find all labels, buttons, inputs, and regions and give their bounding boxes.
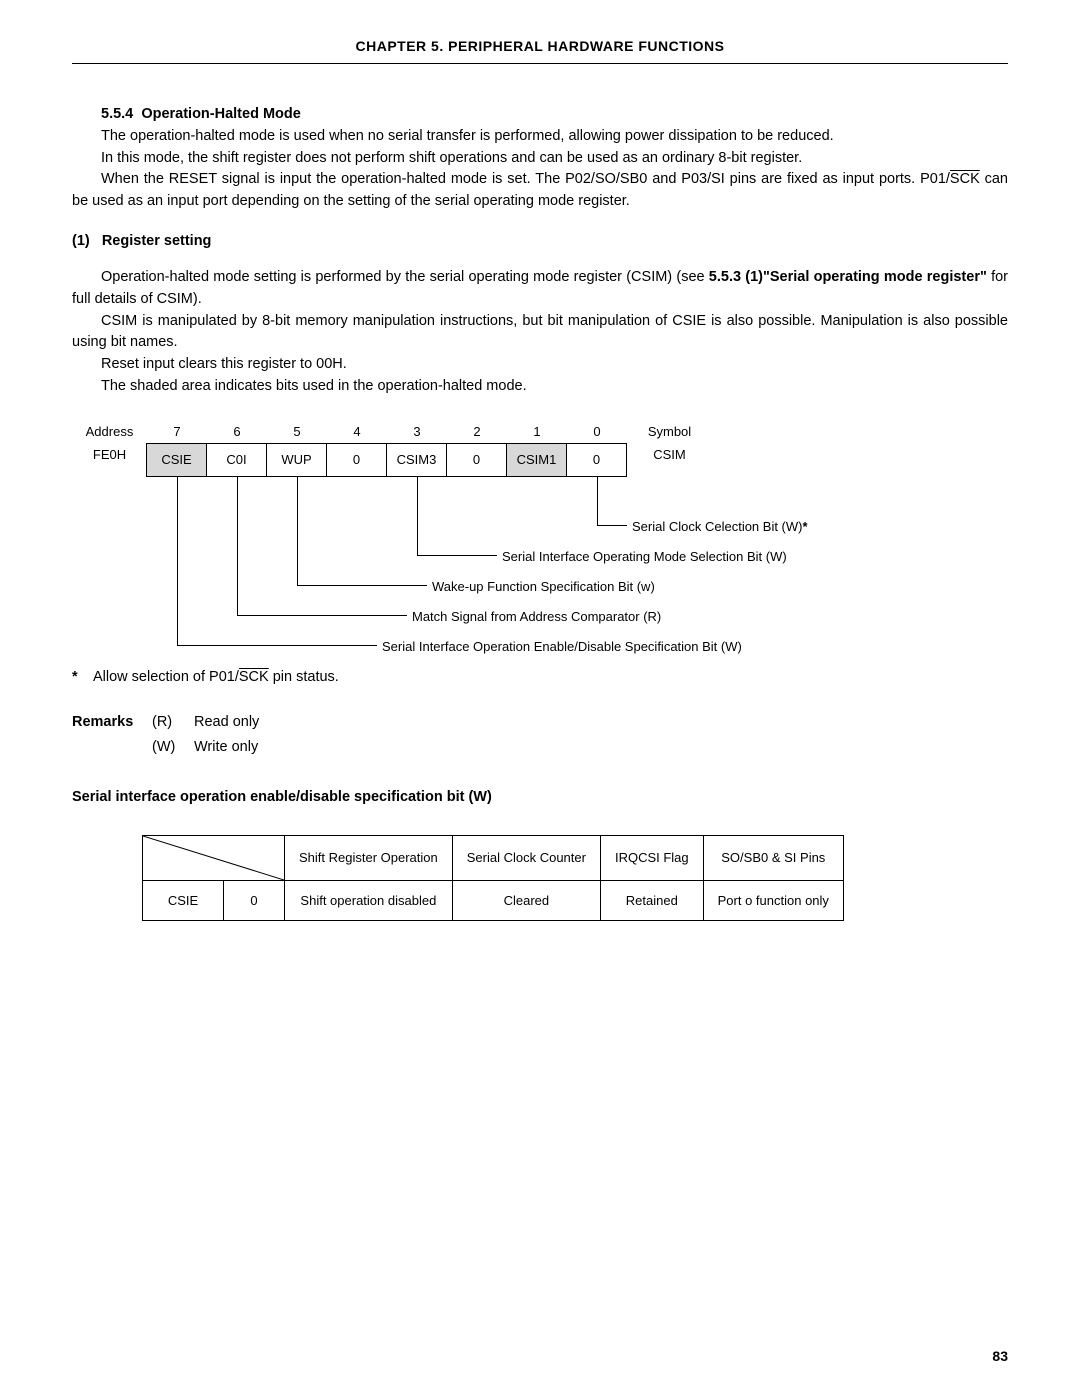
body-text: 5.5.4 Operation-Halted Mode The operatio… [72,104,1008,921]
remarks-r-text: Read only [194,712,1008,734]
paragraph-6: Reset input clears this register to 00H. [72,354,1008,376]
remarks-r-code: (R) [152,712,194,734]
row-val-0: 0 [224,880,285,921]
bit-idx-3: 3 [387,420,447,444]
subsection-number: (1) [72,233,90,249]
col-serial-clock: Serial Clock Counter [452,835,600,880]
col-shift-register: Shift Register Operation [285,835,453,880]
sck-overline: SCK [950,171,980,187]
remarks-w-code: (W) [152,737,194,759]
paragraph-1: The operation-halted mode is used when n… [72,126,1008,148]
subsection-title: Register setting [102,233,212,249]
address-value: FE0H [72,443,147,477]
csie-table-title: Serial interface operation enable/disabl… [72,787,1008,809]
footnote: * Allow selection of P01/SCK pin status. [72,667,1008,689]
bit-1-csim1: CSIM1 [506,443,567,477]
cell-portfunc: Port o function only [703,880,843,921]
remarks-label: Remarks [72,712,152,734]
bit-3-csim3: CSIM3 [386,443,447,477]
bit-4: 0 [326,443,387,477]
bit-6-c0i: C0I [206,443,267,477]
row-label-csie: CSIE [143,880,224,921]
bit-idx-5: 5 [267,420,327,444]
paragraph-3: When the RESET signal is input the opera… [72,169,1008,213]
paragraph-2: In this mode, the shift register does no… [72,148,1008,170]
diagonal-header-cell [143,835,285,880]
desc-bit0: Serial Clock Celection Bit (W)* [632,517,808,537]
paragraph-5: CSIM is manipulated by 8-bit memory mani… [72,311,1008,355]
register-diagram: Address 7 6 5 4 3 2 1 0 Symbol FE0H CSIE… [72,420,1008,657]
page-number: 83 [992,1346,1008,1367]
section-title: Operation-Halted Mode [141,106,301,122]
col-pins: SO/SB0 & SI Pins [703,835,843,880]
section-number: 5.5.4 [101,106,133,122]
col-irqcsi: IRQCSI Flag [600,835,703,880]
cell-cleared: Cleared [452,880,600,921]
cell-retained: Retained [600,880,703,921]
bit-0: 0 [566,443,627,477]
bit-description-lines: Serial Clock Celection Bit (W)* Serial I… [72,477,1008,657]
symbol-label: Symbol [627,420,712,444]
bit-7-csie: CSIE [146,443,207,477]
address-label: Address [72,420,147,444]
cell-shiftop: Shift operation disabled [285,880,453,921]
paragraph-7: The shaded area indicates bits used in t… [72,376,1008,398]
bit-5-wup: WUP [266,443,327,477]
bit-idx-4: 4 [327,420,387,444]
symbol-value: CSIM [627,443,712,477]
remarks-w-text: Write only [194,737,1008,759]
bit-2: 0 [446,443,507,477]
csie-table: Shift Register Operation Serial Clock Co… [142,835,844,922]
bit-idx-1: 1 [507,420,567,444]
desc-bit5: Wake-up Function Specification Bit (w) [432,577,655,597]
desc-bit3: Serial Interface Operating Mode Selectio… [502,547,787,567]
chapter-header: CHAPTER 5. PERIPHERAL HARDWARE FUNCTIONS [72,36,1008,64]
bit-idx-6: 6 [207,420,267,444]
desc-bit6: Match Signal from Address Comparator (R) [412,607,661,627]
bit-idx-2: 2 [447,420,507,444]
remarks-block: Remarks (R) Read only (W) Write only [72,712,1008,759]
bit-idx-7: 7 [147,420,207,444]
bit-idx-0: 0 [567,420,627,444]
desc-bit7: Serial Interface Operation Enable/Disabl… [382,637,742,657]
paragraph-4: Operation-halted mode setting is perform… [72,267,1008,311]
